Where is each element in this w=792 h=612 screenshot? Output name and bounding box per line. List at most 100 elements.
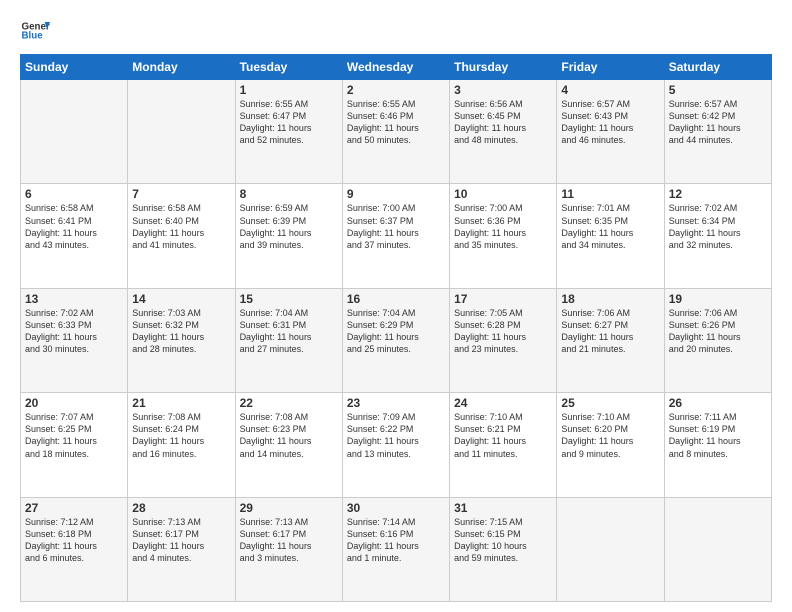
week-row-1: 1Sunrise: 6:55 AM Sunset: 6:47 PM Daylig…	[21, 80, 772, 184]
day-number: 11	[561, 187, 659, 201]
cell-info: Sunrise: 6:57 AM Sunset: 6:42 PM Dayligh…	[669, 98, 767, 147]
day-number: 10	[454, 187, 552, 201]
cell-info: Sunrise: 7:12 AM Sunset: 6:18 PM Dayligh…	[25, 516, 123, 565]
calendar-cell: 22Sunrise: 7:08 AM Sunset: 6:23 PM Dayli…	[235, 393, 342, 497]
cell-info: Sunrise: 6:58 AM Sunset: 6:41 PM Dayligh…	[25, 202, 123, 251]
calendar-cell: 9Sunrise: 7:00 AM Sunset: 6:37 PM Daylig…	[342, 184, 449, 288]
day-number: 14	[132, 292, 230, 306]
day-number: 7	[132, 187, 230, 201]
day-number: 23	[347, 396, 445, 410]
day-number: 4	[561, 83, 659, 97]
day-number: 5	[669, 83, 767, 97]
cell-info: Sunrise: 7:09 AM Sunset: 6:22 PM Dayligh…	[347, 411, 445, 460]
week-row-3: 13Sunrise: 7:02 AM Sunset: 6:33 PM Dayli…	[21, 288, 772, 392]
day-number: 2	[347, 83, 445, 97]
cell-info: Sunrise: 7:15 AM Sunset: 6:15 PM Dayligh…	[454, 516, 552, 565]
day-number: 29	[240, 501, 338, 515]
calendar-cell: 6Sunrise: 6:58 AM Sunset: 6:41 PM Daylig…	[21, 184, 128, 288]
cell-info: Sunrise: 7:06 AM Sunset: 6:27 PM Dayligh…	[561, 307, 659, 356]
calendar-cell: 2Sunrise: 6:55 AM Sunset: 6:46 PM Daylig…	[342, 80, 449, 184]
day-number: 15	[240, 292, 338, 306]
day-number: 13	[25, 292, 123, 306]
calendar-cell: 29Sunrise: 7:13 AM Sunset: 6:17 PM Dayli…	[235, 497, 342, 601]
day-number: 27	[25, 501, 123, 515]
page: General Blue SundayMondayTuesdayWednesda…	[0, 0, 792, 612]
weekday-header-thursday: Thursday	[450, 55, 557, 80]
calendar-cell: 24Sunrise: 7:10 AM Sunset: 6:21 PM Dayli…	[450, 393, 557, 497]
calendar-cell: 31Sunrise: 7:15 AM Sunset: 6:15 PM Dayli…	[450, 497, 557, 601]
calendar-cell: 7Sunrise: 6:58 AM Sunset: 6:40 PM Daylig…	[128, 184, 235, 288]
day-number: 18	[561, 292, 659, 306]
calendar-cell: 18Sunrise: 7:06 AM Sunset: 6:27 PM Dayli…	[557, 288, 664, 392]
day-number: 3	[454, 83, 552, 97]
calendar-cell: 23Sunrise: 7:09 AM Sunset: 6:22 PM Dayli…	[342, 393, 449, 497]
calendar-table: SundayMondayTuesdayWednesdayThursdayFrid…	[20, 54, 772, 602]
day-number: 28	[132, 501, 230, 515]
calendar-cell: 28Sunrise: 7:13 AM Sunset: 6:17 PM Dayli…	[128, 497, 235, 601]
calendar-cell: 19Sunrise: 7:06 AM Sunset: 6:26 PM Dayli…	[664, 288, 771, 392]
weekday-header-sunday: Sunday	[21, 55, 128, 80]
cell-info: Sunrise: 6:56 AM Sunset: 6:45 PM Dayligh…	[454, 98, 552, 147]
calendar-cell: 21Sunrise: 7:08 AM Sunset: 6:24 PM Dayli…	[128, 393, 235, 497]
day-number: 9	[347, 187, 445, 201]
header: General Blue	[20, 16, 772, 46]
cell-info: Sunrise: 7:00 AM Sunset: 6:37 PM Dayligh…	[347, 202, 445, 251]
cell-info: Sunrise: 7:10 AM Sunset: 6:21 PM Dayligh…	[454, 411, 552, 460]
cell-info: Sunrise: 7:10 AM Sunset: 6:20 PM Dayligh…	[561, 411, 659, 460]
cell-info: Sunrise: 6:59 AM Sunset: 6:39 PM Dayligh…	[240, 202, 338, 251]
calendar-cell	[21, 80, 128, 184]
week-row-2: 6Sunrise: 6:58 AM Sunset: 6:41 PM Daylig…	[21, 184, 772, 288]
weekday-header-row: SundayMondayTuesdayWednesdayThursdayFrid…	[21, 55, 772, 80]
weekday-header-friday: Friday	[557, 55, 664, 80]
day-number: 30	[347, 501, 445, 515]
cell-info: Sunrise: 7:04 AM Sunset: 6:31 PM Dayligh…	[240, 307, 338, 356]
cell-info: Sunrise: 7:03 AM Sunset: 6:32 PM Dayligh…	[132, 307, 230, 356]
day-number: 20	[25, 396, 123, 410]
calendar-cell: 4Sunrise: 6:57 AM Sunset: 6:43 PM Daylig…	[557, 80, 664, 184]
cell-info: Sunrise: 7:13 AM Sunset: 6:17 PM Dayligh…	[132, 516, 230, 565]
day-number: 31	[454, 501, 552, 515]
cell-info: Sunrise: 7:14 AM Sunset: 6:16 PM Dayligh…	[347, 516, 445, 565]
day-number: 16	[347, 292, 445, 306]
day-number: 19	[669, 292, 767, 306]
cell-info: Sunrise: 7:08 AM Sunset: 6:23 PM Dayligh…	[240, 411, 338, 460]
weekday-header-tuesday: Tuesday	[235, 55, 342, 80]
svg-text:Blue: Blue	[22, 31, 44, 42]
cell-info: Sunrise: 7:07 AM Sunset: 6:25 PM Dayligh…	[25, 411, 123, 460]
cell-info: Sunrise: 7:11 AM Sunset: 6:19 PM Dayligh…	[669, 411, 767, 460]
calendar-cell: 15Sunrise: 7:04 AM Sunset: 6:31 PM Dayli…	[235, 288, 342, 392]
day-number: 6	[25, 187, 123, 201]
week-row-5: 27Sunrise: 7:12 AM Sunset: 6:18 PM Dayli…	[21, 497, 772, 601]
cell-info: Sunrise: 7:06 AM Sunset: 6:26 PM Dayligh…	[669, 307, 767, 356]
calendar-cell: 13Sunrise: 7:02 AM Sunset: 6:33 PM Dayli…	[21, 288, 128, 392]
calendar-cell: 16Sunrise: 7:04 AM Sunset: 6:29 PM Dayli…	[342, 288, 449, 392]
cell-info: Sunrise: 7:05 AM Sunset: 6:28 PM Dayligh…	[454, 307, 552, 356]
cell-info: Sunrise: 6:55 AM Sunset: 6:47 PM Dayligh…	[240, 98, 338, 147]
day-number: 1	[240, 83, 338, 97]
day-number: 22	[240, 396, 338, 410]
calendar-cell: 12Sunrise: 7:02 AM Sunset: 6:34 PM Dayli…	[664, 184, 771, 288]
logo-icon: General Blue	[20, 16, 50, 46]
cell-info: Sunrise: 7:02 AM Sunset: 6:33 PM Dayligh…	[25, 307, 123, 356]
calendar-cell: 27Sunrise: 7:12 AM Sunset: 6:18 PM Dayli…	[21, 497, 128, 601]
calendar-cell: 26Sunrise: 7:11 AM Sunset: 6:19 PM Dayli…	[664, 393, 771, 497]
weekday-header-saturday: Saturday	[664, 55, 771, 80]
calendar-cell: 14Sunrise: 7:03 AM Sunset: 6:32 PM Dayli…	[128, 288, 235, 392]
cell-info: Sunrise: 7:01 AM Sunset: 6:35 PM Dayligh…	[561, 202, 659, 251]
calendar-cell: 8Sunrise: 6:59 AM Sunset: 6:39 PM Daylig…	[235, 184, 342, 288]
calendar-cell	[664, 497, 771, 601]
weekday-header-monday: Monday	[128, 55, 235, 80]
cell-info: Sunrise: 7:02 AM Sunset: 6:34 PM Dayligh…	[669, 202, 767, 251]
cell-info: Sunrise: 7:13 AM Sunset: 6:17 PM Dayligh…	[240, 516, 338, 565]
cell-info: Sunrise: 7:04 AM Sunset: 6:29 PM Dayligh…	[347, 307, 445, 356]
cell-info: Sunrise: 7:00 AM Sunset: 6:36 PM Dayligh…	[454, 202, 552, 251]
calendar-cell: 10Sunrise: 7:00 AM Sunset: 6:36 PM Dayli…	[450, 184, 557, 288]
day-number: 12	[669, 187, 767, 201]
cell-info: Sunrise: 6:55 AM Sunset: 6:46 PM Dayligh…	[347, 98, 445, 147]
calendar-cell: 1Sunrise: 6:55 AM Sunset: 6:47 PM Daylig…	[235, 80, 342, 184]
logo: General Blue	[20, 16, 50, 46]
day-number: 24	[454, 396, 552, 410]
calendar-cell: 17Sunrise: 7:05 AM Sunset: 6:28 PM Dayli…	[450, 288, 557, 392]
week-row-4: 20Sunrise: 7:07 AM Sunset: 6:25 PM Dayli…	[21, 393, 772, 497]
calendar-cell: 5Sunrise: 6:57 AM Sunset: 6:42 PM Daylig…	[664, 80, 771, 184]
